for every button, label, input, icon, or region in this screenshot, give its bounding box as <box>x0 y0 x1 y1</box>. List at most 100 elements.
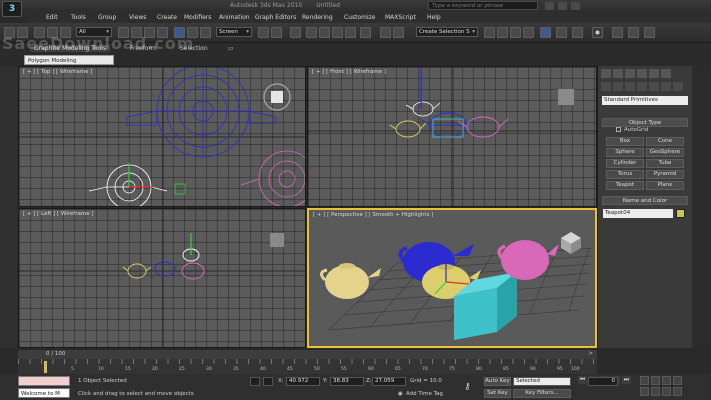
activeshade-icon[interactable] <box>628 27 639 38</box>
graphite-toggle-icon[interactable] <box>497 27 508 38</box>
object-type-rollout[interactable]: Object Type <box>602 118 688 127</box>
checkbox-icon[interactable] <box>616 127 621 132</box>
menu-help[interactable]: Help <box>427 14 441 21</box>
modify-tab-icon[interactable] <box>613 69 623 78</box>
viewport-front[interactable]: [ + ] [ Front ] [ Wireframe ] <box>307 66 597 207</box>
menu-views[interactable]: Views <box>129 14 146 21</box>
viewport-top[interactable]: [ + ] [ Top ] [ Wireframe ] <box>18 66 306 207</box>
autogrid-checkbox[interactable]: AutoGrid <box>616 127 648 133</box>
motion-tab-icon[interactable] <box>637 69 647 78</box>
viewport-perspective[interactable]: [ + ] [ Perspective ] [ Smooth + Highlig… <box>307 208 597 348</box>
app-logo-icon[interactable]: 3 <box>2 1 22 17</box>
cameras-icon[interactable] <box>637 82 647 91</box>
object-name-field[interactable]: Teapot04 <box>603 209 673 218</box>
helpers-icon[interactable] <box>649 82 659 91</box>
current-frame-field[interactable]: 0 <box>588 377 618 386</box>
select-manipulate-icon[interactable] <box>271 27 282 38</box>
geosphere-button[interactable]: GeoSphere <box>646 148 684 157</box>
lights-icon[interactable] <box>625 82 635 91</box>
menu-modifiers[interactable]: Modifiers <box>184 14 211 21</box>
layer-manager-icon[interactable] <box>484 27 495 38</box>
torus-button[interactable]: Torus <box>606 170 644 179</box>
object-color-swatch[interactable] <box>676 209 685 218</box>
geometry-icon[interactable] <box>601 82 611 91</box>
viewcube-left[interactable] <box>270 233 284 247</box>
menu-rendering[interactable]: Rendering <box>302 14 333 21</box>
ribbon-options-icon[interactable]: ▭ <box>228 45 234 52</box>
menu-edit[interactable]: Edit <box>46 14 58 21</box>
box-button[interactable]: Box <box>606 137 644 146</box>
zoom-extents-icon[interactable] <box>662 376 671 385</box>
cylinder-button[interactable]: Cylinder <box>606 159 644 168</box>
key-icon[interactable]: ⚷ <box>464 382 471 392</box>
menu-customize[interactable]: Customize <box>344 14 376 21</box>
viewport-label-perspective[interactable]: [ + ] [ Perspective ] [ Smooth + Highlig… <box>313 212 433 218</box>
viewcube-persp[interactable] <box>561 232 581 254</box>
render-iterative-icon[interactable] <box>612 27 623 38</box>
viewport-label-front[interactable]: [ + ] [ Front ] [ Wireframe ] <box>312 69 386 75</box>
snaps-toggle-icon[interactable] <box>306 27 317 38</box>
menu-create[interactable]: Create <box>157 14 177 21</box>
percent-snap-icon[interactable] <box>332 27 343 38</box>
curve-editor-icon[interactable] <box>510 27 521 38</box>
keyboard-shortcut-icon[interactable] <box>290 27 301 38</box>
star-icon[interactable] <box>558 2 567 10</box>
named-selection-dropdown[interactable]: Create Selection S <box>416 27 478 37</box>
x-coordinate-field[interactable]: 40.972 <box>286 377 320 386</box>
right-scrollbar[interactable] <box>692 66 711 348</box>
viewcube-top[interactable] <box>263 83 291 111</box>
menu-maxscript[interactable]: MAXScript <box>385 14 416 21</box>
material-editor-icon[interactable] <box>540 27 551 38</box>
viewport-label-top[interactable]: [ + ] [ Top ] [ Wireframe ] <box>23 69 92 75</box>
auto-key-button[interactable]: Auto Key <box>484 377 511 386</box>
time-tag-icon[interactable]: ◉ <box>398 391 403 397</box>
absolute-mode-icon[interactable] <box>263 377 273 386</box>
menu-animation[interactable]: Animation <box>219 14 250 21</box>
select-scale-icon[interactable] <box>200 27 211 38</box>
render-setup-icon[interactable] <box>556 27 567 38</box>
orbit-icon[interactable] <box>662 387 671 396</box>
time-slider-arrow-icon[interactable]: > <box>588 350 593 357</box>
name-and-color-rollout[interactable]: Name and Color <box>602 196 688 205</box>
pan-icon[interactable] <box>651 387 660 396</box>
maxscript-listener-input[interactable]: Welcome to M <box>18 388 70 398</box>
menu-graph-editors[interactable]: Graph Editors <box>255 14 296 21</box>
lock-selection-icon[interactable] <box>250 377 260 386</box>
viewcube-front[interactable] <box>558 89 574 105</box>
field-of-view-icon[interactable] <box>640 387 649 396</box>
tube-button[interactable]: Tube <box>646 159 684 168</box>
key-mode-dropdown[interactable]: Selected <box>513 377 571 386</box>
systems-icon[interactable] <box>673 82 683 91</box>
align-icon[interactable] <box>393 27 404 38</box>
add-time-tag[interactable]: Add Time Tag <box>406 391 443 397</box>
zoom-extents-all-icon[interactable] <box>673 376 682 385</box>
help-icon[interactable] <box>571 2 580 10</box>
polygon-modeling-panel[interactable]: Polygon Modeling <box>24 55 114 65</box>
maxscript-mini-listener[interactable] <box>18 376 70 386</box>
key-filters-button[interactable]: Key Filters... <box>513 389 571 398</box>
viewport-label-left[interactable]: [ + ] [ Left ] [ Wireframe ] <box>23 211 94 217</box>
utilities-tab-icon[interactable] <box>661 69 671 78</box>
render-production-icon[interactable] <box>592 27 603 38</box>
cone-button[interactable]: Cone <box>646 137 684 146</box>
space-warps-icon[interactable] <box>661 82 671 91</box>
primitive-category-dropdown[interactable]: Standard Primitives <box>602 96 688 105</box>
create-tab-icon[interactable] <box>601 69 611 78</box>
plane-button[interactable]: Plane <box>646 181 684 190</box>
reference-coordinate-dropdown[interactable]: Screen <box>216 27 252 37</box>
maximize-viewport-icon[interactable] <box>673 387 682 396</box>
menu-tools[interactable]: Tools <box>71 14 86 21</box>
viewport-left[interactable]: [ + ] [ Left ] [ Wireframe ] <box>18 208 306 348</box>
rendered-frame-window-icon[interactable] <box>572 27 583 38</box>
mirror-icon[interactable] <box>380 27 391 38</box>
spinner-snap-icon[interactable] <box>345 27 356 38</box>
sphere-button[interactable]: Sphere <box>606 148 644 157</box>
search-icon[interactable] <box>545 2 554 10</box>
render-last-icon[interactable] <box>644 27 655 38</box>
zoom-icon[interactable] <box>640 376 649 385</box>
edit-named-selection-icon[interactable] <box>360 27 371 38</box>
display-tab-icon[interactable] <box>649 69 659 78</box>
goto-end-icon[interactable]: ⏭ <box>622 376 631 384</box>
pivot-center-icon[interactable] <box>258 27 269 38</box>
search-input[interactable]: Type a keyword or phrase <box>428 1 538 10</box>
